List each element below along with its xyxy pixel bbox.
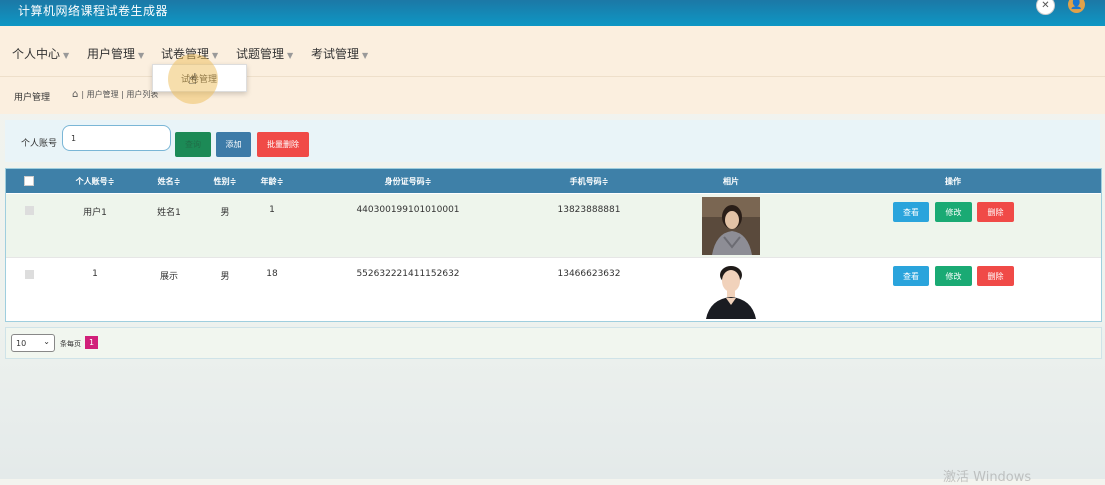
cell-name: 展示 — [159, 272, 179, 282]
select-all-checkbox[interactable] — [24, 176, 34, 186]
row-checkbox[interactable] — [25, 206, 34, 215]
home-icon[interactable]: ⌂ — [72, 89, 78, 100]
edit-button[interactable]: 修改 — [935, 202, 972, 222]
app-title: 计算机网络课程试卷生成器 — [18, 4, 169, 18]
nav-item-personal-center[interactable]: 个人中心 ▼ — [12, 45, 69, 62]
search-button[interactable]: 查询 — [175, 132, 211, 157]
user-photo — [702, 261, 760, 319]
nav-item-label: 用户管理 — [87, 47, 136, 61]
hand-cursor-icon: ☝ — [188, 70, 198, 88]
cell-age: 18 — [266, 269, 278, 279]
nav-item-question-management[interactable]: 试题管理 ▼ — [236, 45, 293, 62]
search-bar: 个人账号 查询 添加 批量删除 — [5, 120, 1100, 162]
add-button[interactable]: 添加 — [216, 132, 251, 157]
column-header-id-number[interactable]: 身份证号码≑ — [385, 176, 432, 187]
row-checkbox[interactable] — [25, 270, 34, 279]
table-header: 个人账号≑ 姓名≑ 性别≑ 年龄≑ 身份证号码≑ 手机号码≑ 相片 操作 — [6, 169, 1101, 193]
delete-button[interactable]: 删除 — [977, 202, 1014, 222]
pagination-bar: 10 ⌄ 条每页 1 — [5, 327, 1102, 359]
column-header-actions: 操作 — [945, 177, 961, 186]
breadcrumb: ⌂ | 用户管理 | 用户列表 — [72, 89, 158, 100]
column-header-phone[interactable]: 手机号码≑ — [570, 176, 609, 187]
activation-watermark: 激活 Windows — [943, 470, 1032, 485]
user-photo — [702, 197, 760, 255]
user-table: 个人账号≑ 姓名≑ 性别≑ 年龄≑ 身份证号码≑ 手机号码≑ 相片 操作 用户1… — [5, 168, 1102, 322]
page-title: 用户管理 — [14, 93, 51, 103]
delete-button[interactable]: 删除 — [977, 266, 1014, 286]
cell-age: 1 — [269, 205, 275, 215]
column-header-photo: 相片 — [723, 177, 739, 186]
account-search-input[interactable] — [62, 125, 171, 151]
caret-down-icon: ▼ — [63, 51, 70, 60]
page-size-value: 10 — [16, 338, 27, 348]
per-page-label: 条每页 — [60, 340, 81, 348]
cell-id-number: 440300199101010001 — [356, 205, 460, 215]
view-button[interactable]: 查看 — [893, 266, 929, 286]
cell-account: 1 — [92, 269, 98, 279]
caret-down-icon: ▼ — [287, 51, 294, 60]
chevron-down-icon: ⌄ — [43, 337, 50, 346]
nav-item-label: 个人中心 — [12, 47, 61, 61]
column-header-gender[interactable]: 性别≑ — [214, 176, 237, 187]
table-row: 用户1 姓名1 男 1 440300199101010001 138238888… — [6, 194, 1101, 257]
edit-button[interactable]: 修改 — [935, 266, 972, 286]
cell-phone: 13466623632 — [557, 269, 621, 279]
column-header-name[interactable]: 姓名≑ — [158, 176, 181, 187]
cell-account: 用户1 — [83, 208, 107, 218]
cell-name: 姓名1 — [157, 208, 181, 218]
breadcrumb-path: | 用户管理 | 用户列表 — [81, 90, 159, 99]
table-row: 1 展示 男 18 552632221411152632 13466623632… — [6, 257, 1101, 321]
nav-item-user-management[interactable]: 用户管理 ▼ — [87, 45, 144, 62]
column-header-age[interactable]: 年龄≑ — [261, 176, 284, 187]
portrait-image — [702, 261, 760, 319]
cell-id-number: 552632221411152632 — [356, 269, 460, 279]
nav-item-label: 试题管理 — [236, 47, 285, 61]
column-header-account[interactable]: 个人账号≑ — [76, 176, 115, 187]
caret-down-icon: ▼ — [212, 51, 219, 60]
caret-down-icon: ▼ — [362, 51, 369, 60]
user-avatar-icon[interactable]: 👤 — [1068, 0, 1085, 13]
cell-gender: 男 — [220, 272, 230, 282]
account-label: 个人账号 — [21, 139, 58, 149]
page-size-select[interactable]: 10 ⌄ — [11, 334, 55, 352]
portrait-image — [702, 197, 760, 255]
cell-gender: 男 — [220, 208, 230, 218]
app-titlebar: 计算机网络课程试卷生成器 ✕ 👤 — [0, 0, 1105, 26]
fullscreen-icon[interactable]: ✕ — [1036, 0, 1055, 15]
batch-delete-button[interactable]: 批量删除 — [257, 132, 309, 157]
page-number-button[interactable]: 1 — [85, 336, 98, 349]
caret-down-icon: ▼ — [138, 51, 145, 60]
nav-item-label: 考试管理 — [311, 47, 360, 61]
cell-phone: 13823888881 — [557, 205, 621, 215]
nav-item-exam-management[interactable]: 考试管理 ▼ — [311, 45, 368, 62]
view-button[interactable]: 查看 — [893, 202, 929, 222]
